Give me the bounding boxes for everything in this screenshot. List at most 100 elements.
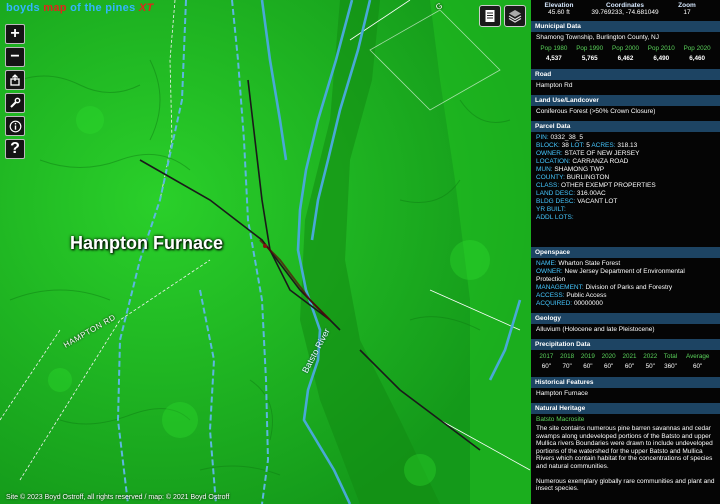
block-value: 38 xyxy=(561,142,569,149)
parcel-value: VACANT LOT xyxy=(577,198,618,205)
parcel-value: BURLINGTON xyxy=(566,174,610,181)
parcel-row: YR BUILT: xyxy=(536,206,715,214)
openspace-label: ACQUIRED: xyxy=(536,300,573,307)
pop-header: Pop 2010 xyxy=(647,45,675,52)
pop-value: 6,462 xyxy=(617,55,634,62)
help-button[interactable]: ? xyxy=(5,139,25,159)
parcel-label: BLDG DESC: xyxy=(536,198,576,205)
precip-value: 60" xyxy=(583,363,593,370)
precip-value: 50" xyxy=(645,363,655,370)
elevation-value: 45.60 ft xyxy=(548,9,570,16)
heritage-description: The site contains numerous pine barren s… xyxy=(536,425,713,470)
parcel-label: MUN: xyxy=(536,166,553,173)
historical-header: Historical Features xyxy=(531,377,720,388)
map-toolbar: + − ? xyxy=(5,24,27,162)
heritage-header: Natural Heritage xyxy=(531,403,720,414)
parcel-value: SHAMONG TWP xyxy=(554,166,605,173)
place-label: Hampton Furnace xyxy=(70,233,224,253)
municipality-name: Shamong Township, Burlington County, NJ xyxy=(536,34,659,41)
parcel-row: LOCATION: CARRANZA ROAD xyxy=(536,158,715,166)
pop-header: Pop 1990 xyxy=(576,45,604,52)
road-value: Hampton Rd xyxy=(536,82,573,89)
population-table: Pop 1980 Pop 1990 Pop 2000 Pop 2010 Pop … xyxy=(536,44,715,64)
parcel-label: LAND DESC: xyxy=(536,190,576,197)
pop-value: 5,765 xyxy=(581,55,598,62)
info-panel: Elevation Coordinates Zoom 45.60 ft 39.7… xyxy=(531,0,720,504)
road-header: Road xyxy=(531,69,720,80)
openspace-row: OWNER: New Jersey Department of Environm… xyxy=(536,268,715,284)
zoom-out-button[interactable]: − xyxy=(5,47,25,67)
municipal-section: Shamong Township, Burlington County, NJ … xyxy=(531,32,720,67)
parcel-row: LAND DESC: 316.00AC xyxy=(536,190,715,198)
share-icon xyxy=(10,74,20,86)
openspace-row: ACQUIRED: 00000000 xyxy=(536,300,715,308)
info-icon xyxy=(9,120,21,132)
parcel-row: MUN: SHAMONG TWP xyxy=(536,166,715,174)
precip-section: 2017 2018 2019 2020 2021 2022 Total Aver… xyxy=(531,350,720,375)
parcel-label: OWNER: xyxy=(536,150,563,157)
openspace-value: Public Access xyxy=(566,292,607,299)
openspace-header: Openspace xyxy=(531,247,720,258)
precip-year: 2017 xyxy=(539,353,554,360)
openspace-section: NAME: Wharton State Forest OWNER: New Je… xyxy=(531,258,720,311)
precip-year: 2019 xyxy=(580,353,595,360)
precip-header: Precipitation Data xyxy=(531,339,720,350)
landuse-header: Land Use/Landcover xyxy=(531,95,720,106)
precip-year: 2021 xyxy=(622,353,637,360)
zoom-value: 17 xyxy=(683,9,691,16)
heritage-note: Numerous exemplary globally rare communi… xyxy=(536,477,715,493)
pop-header: Pop 2020 xyxy=(683,45,711,52)
site-logo[interactable]: boyds map of the pines XT xyxy=(6,2,154,14)
parcel-label: ADDL LOTS: xyxy=(536,214,574,221)
precip-table: 2017 2018 2019 2020 2021 2022 Total Aver… xyxy=(536,352,715,372)
heritage-section: Batsto Macrosite The site contains numer… xyxy=(531,414,720,496)
openspace-label: ACCESS: xyxy=(536,292,565,299)
minus-icon: − xyxy=(10,48,20,65)
parcel-value: CARRANZA ROAD xyxy=(572,158,629,165)
parcel-row: CLASS: OTHER EXEMPT PROPERTIES xyxy=(536,182,715,190)
info-button[interactable] xyxy=(5,116,25,136)
parcel-row: ADDL LOTS: xyxy=(536,214,715,222)
layers-button[interactable] xyxy=(504,5,526,27)
precip-average-header: Average xyxy=(685,353,710,360)
parcel-block-row: BLOCK: 38 LOT: 5 ACRES: 318.13 xyxy=(536,142,715,150)
geology-header: Geology xyxy=(531,313,720,324)
pop-value: 6,460 xyxy=(689,55,705,62)
openspace-row: NAME: Wharton State Forest xyxy=(536,260,715,268)
share-button[interactable] xyxy=(5,70,25,90)
attribution: Site © 2023 Boyd Ostroff, all rights res… xyxy=(6,494,230,501)
elevation-header: Elevation xyxy=(544,2,574,9)
coordinates-header: Coordinates xyxy=(606,2,644,9)
acres-label: ACRES: xyxy=(591,142,616,149)
precip-year: 2020 xyxy=(601,353,616,360)
landuse-value: Coniferous Forest (>50% Crown Closure) xyxy=(536,108,656,115)
acres-value: 318.13 xyxy=(617,142,638,149)
question-icon: ? xyxy=(10,140,20,157)
logo-word-2: map xyxy=(43,2,67,14)
stats-values: 45.60 ft 39.769233, -74.681049 17 xyxy=(531,9,720,19)
map-view[interactable]: boyds map of the pines XT + − ? Hampton … xyxy=(0,0,531,504)
precip-total: 360" xyxy=(664,363,677,370)
lot-value: 5 xyxy=(586,142,590,149)
pin-label: PIN: xyxy=(536,134,549,141)
openspace-row: MANAGEMENT: Division of Parks and Forest… xyxy=(536,284,715,292)
plus-icon: + xyxy=(10,25,20,42)
parcel-label: LOCATION: xyxy=(536,158,571,165)
zoom-in-button[interactable]: + xyxy=(5,24,25,44)
openspace-value: Division of Parks and Forestry xyxy=(585,284,673,291)
logo-word-4: XT xyxy=(138,2,154,14)
precip-value: 60" xyxy=(604,363,614,370)
pop-header: Pop 2000 xyxy=(612,45,639,52)
parcel-value: STATE OF NEW JERSEY xyxy=(564,150,640,157)
openspace-value: Wharton State Forest xyxy=(558,260,621,267)
openspace-label: NAME: xyxy=(536,260,557,267)
pop-header: Pop 1980 xyxy=(540,45,568,52)
precip-year: 2018 xyxy=(560,353,575,360)
precip-average: 60" xyxy=(693,363,703,370)
report-button[interactable] xyxy=(479,5,501,27)
parcel-value: 316.00AC xyxy=(576,190,606,197)
heritage-name: Batsto Macrosite xyxy=(536,416,585,423)
tools-button[interactable] xyxy=(5,93,25,113)
parcel-row: COUNTY: BURLINGTON xyxy=(536,174,715,182)
